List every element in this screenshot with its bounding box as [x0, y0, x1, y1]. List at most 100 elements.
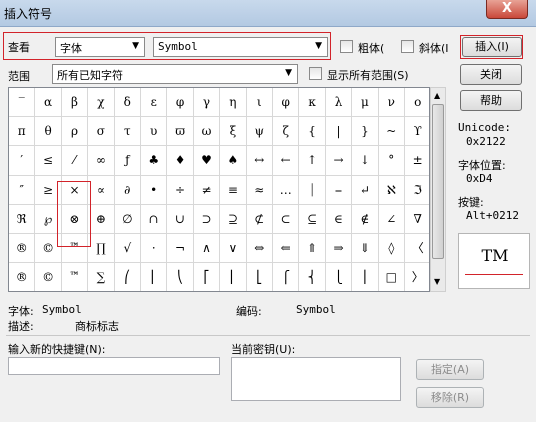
char-cell[interactable]: ⊗	[61, 204, 89, 234]
char-cell[interactable]: ∈	[325, 204, 353, 234]
char-cell[interactable]: ⏐	[299, 175, 326, 205]
char-cell[interactable]: ®	[9, 263, 36, 291]
font-select[interactable]: Symbol ▼	[153, 37, 328, 57]
char-cell[interactable]: ©	[35, 263, 62, 291]
grid-scrollbar[interactable]: ▲ ▼	[430, 87, 446, 292]
char-cell[interactable]: ↵	[352, 175, 379, 205]
char-cell[interactable]: ζ	[273, 117, 300, 147]
bold-checkbox[interactable]	[340, 40, 353, 53]
char-cell[interactable]: π	[9, 117, 36, 147]
char-cell[interactable]: ∉	[352, 204, 379, 234]
char-cell[interactable]: ↑	[299, 146, 326, 176]
char-cell[interactable]: ≈	[246, 175, 273, 205]
char-cell[interactable]: ϖ	[167, 117, 194, 147]
char-cell[interactable]: ⊃	[193, 204, 221, 234]
char-cell[interactable]: ↓	[352, 146, 379, 176]
char-cell[interactable]: ∞	[88, 146, 115, 176]
char-cell[interactable]: ⇔	[246, 234, 273, 264]
char-cell[interactable]: ¬	[167, 234, 194, 264]
char-cell[interactable]: α	[35, 88, 62, 118]
char-cell[interactable]: ≥	[35, 175, 62, 205]
char-cell[interactable]: ϒ	[405, 117, 429, 147]
char-cell[interactable]: β	[61, 88, 89, 118]
remove-button[interactable]: 移除(R)	[416, 387, 484, 408]
char-cell[interactable]: μ	[352, 88, 379, 118]
char-cell[interactable]: ←	[273, 146, 300, 176]
char-cell[interactable]: ⇐	[273, 234, 300, 264]
char-cell[interactable]: ο	[405, 88, 429, 118]
char-cell[interactable]: ″	[9, 175, 36, 205]
scroll-down-icon[interactable]: ▼	[434, 277, 440, 286]
char-cell[interactable]: ℵ	[378, 175, 405, 205]
char-cell[interactable]: ↔	[246, 146, 273, 176]
char-cell[interactable]: ⊇	[220, 204, 247, 234]
char-cell[interactable]: ♦	[167, 146, 194, 176]
char-cell[interactable]: ν	[378, 88, 405, 118]
italic-checkbox[interactable]	[401, 40, 414, 53]
char-cell[interactable]: κ	[299, 88, 326, 118]
char-cell[interactable]: ⁄	[61, 146, 89, 176]
char-cell[interactable]: λ	[325, 88, 353, 118]
char-cell[interactable]: →	[325, 146, 353, 176]
char-cell[interactable]: {	[299, 117, 326, 147]
char-cell[interactable]: ℜ	[9, 204, 36, 234]
char-cell[interactable]: ~	[378, 117, 405, 147]
char-cell[interactable]: ⊂	[273, 204, 300, 234]
char-cell[interactable]: ⇑	[299, 234, 326, 264]
close-window-button[interactable]: X	[486, 0, 528, 19]
char-cell[interactable]: ω	[193, 117, 221, 147]
char-cell[interactable]: 〈	[405, 234, 429, 264]
char-cell[interactable]: ξ	[220, 117, 247, 147]
char-cell[interactable]: ∝	[88, 175, 115, 205]
char-cell[interactable]: ⋅	[141, 234, 168, 264]
char-cell[interactable]: ×	[61, 175, 89, 205]
char-cell[interactable]: ⊕	[88, 204, 115, 234]
char-cell[interactable]: ±	[405, 146, 429, 176]
new-shortcut-input[interactable]	[8, 357, 220, 375]
show-all-ranges-checkbox[interactable]	[309, 67, 322, 80]
char-cell[interactable]: ι	[246, 88, 273, 118]
char-cell[interactable]: φ	[273, 88, 300, 118]
char-cell[interactable]: ™	[62, 263, 89, 291]
char-cell[interactable]: ∧	[193, 234, 221, 264]
char-cell[interactable]: ∂	[114, 175, 141, 205]
char-cell[interactable]: °	[378, 146, 405, 176]
char-cell[interactable]: ‾	[9, 88, 36, 118]
char-cell[interactable]: ≡	[220, 175, 247, 205]
char-cell[interactable]: ∑	[88, 263, 115, 291]
char-cell[interactable]: ′	[9, 146, 36, 176]
current-keys-list[interactable]	[231, 357, 401, 401]
char-cell[interactable]: ∪	[167, 204, 194, 234]
char-cell[interactable]: ≠	[193, 175, 221, 205]
char-cell[interactable]: ψ	[246, 117, 273, 147]
help-button[interactable]: 帮助	[460, 90, 522, 111]
char-cell[interactable]: ÷	[167, 175, 194, 205]
char-cell[interactable]: ⎢	[220, 263, 247, 291]
char-cell[interactable]: ⎧	[273, 263, 300, 291]
char-cell[interactable]: ⎡	[194, 263, 221, 291]
char-cell[interactable]: ®	[9, 234, 36, 264]
char-cell[interactable]: ∠	[378, 204, 405, 234]
char-cell[interactable]: }	[352, 117, 379, 147]
char-cell[interactable]: ⎜	[141, 263, 168, 291]
char-cell[interactable]: ℑ	[405, 176, 429, 205]
char-cell[interactable]: υ	[141, 117, 168, 147]
char-cell[interactable]: ⊆	[299, 204, 326, 234]
char-cell[interactable]: ε	[141, 88, 168, 118]
char-cell[interactable]: ⊄	[246, 204, 273, 234]
char-cell[interactable]: θ	[35, 117, 62, 147]
character-grid[interactable]: ‾ α β χ δ ε φ γ η ι φ κ λ μ ν ο π θ ρ σ τ υ ϖ ω ξ ψ ζ{|} ~ ϒ ′ ≤ ⁄ ∞ ƒ ♣ ♦ ♥…	[8, 87, 430, 292]
char-cell[interactable]: ⎪	[352, 263, 379, 291]
assign-button[interactable]: 指定(A)	[416, 359, 484, 380]
char-cell[interactable]: γ	[193, 88, 221, 118]
char-cell[interactable]: ∩	[141, 204, 168, 234]
char-cell[interactable]: ♠	[220, 146, 247, 176]
char-cell[interactable]: ⎛	[115, 263, 141, 291]
char-cell[interactable]: ⇓	[352, 234, 379, 264]
char-cell[interactable]: ⎩	[326, 263, 353, 291]
char-cell[interactable]: ⎨	[299, 263, 326, 291]
char-cell[interactable]: •	[141, 175, 168, 205]
char-cell[interactable]: ©	[35, 234, 62, 264]
char-cell[interactable]: χ	[88, 88, 115, 118]
scroll-up-icon[interactable]: ▲	[434, 91, 440, 100]
